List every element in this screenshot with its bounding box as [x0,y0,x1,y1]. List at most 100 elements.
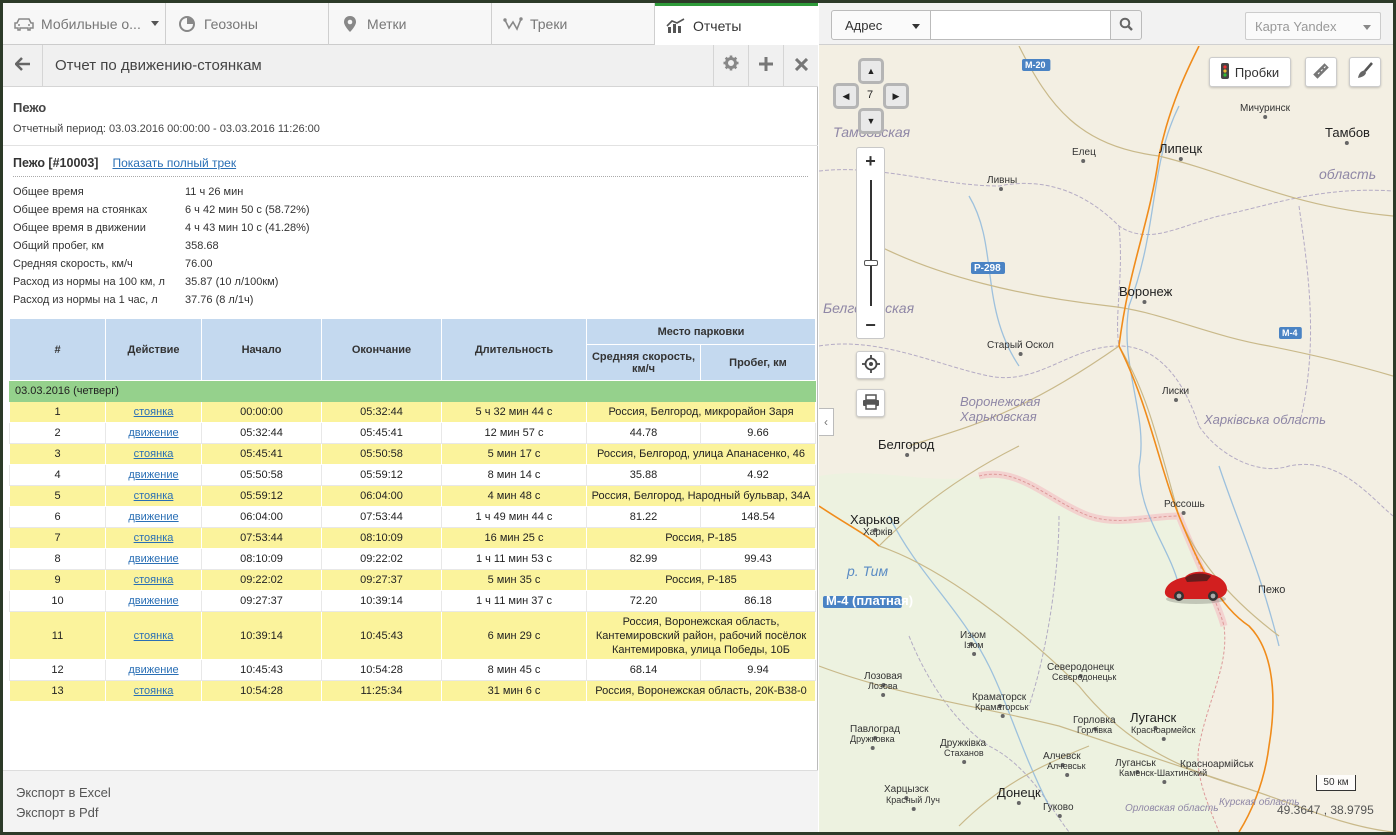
summary-key: Расход из нормы на 1 час, л [13,294,158,306]
action-link[interactable]: движение [128,511,178,523]
summary-value: 358.68 [185,240,219,252]
settings-button[interactable] [713,44,748,87]
tab-label: Отчеты [693,17,742,34]
settlement-dot [870,746,875,750]
summary-row: Средняя скорость, км/ч 76.00 [13,255,808,273]
zoom-in-button[interactable]: + [857,148,884,174]
close-button[interactable] [783,44,818,87]
table-row[interactable]: 3 стоянка 05:45:41 05:50:58 5 мин 17 с Россия… [9,443,816,465]
zoom-slider-handle[interactable] [864,260,878,266]
table-row[interactable]: 9 стоянка 09:22:02 09:27:37 5 мин 35 с Россия… [9,569,816,591]
map-type-select[interactable]: Карта Yandex [1245,12,1381,40]
map-label-town: Алчевськ [1047,761,1086,771]
search-button[interactable] [1110,10,1142,40]
action-link[interactable]: стоянка [134,448,174,460]
print-button[interactable] [856,389,885,417]
tab-mobile-objects[interactable]: Мобильные о... [3,3,166,45]
tab-tracks[interactable]: Треки [492,3,655,45]
address-search-input[interactable] [930,10,1111,40]
cell-end: 09:27:37 [321,569,442,591]
pan-left-button[interactable]: ◀ [833,83,859,109]
action-link[interactable]: движение [128,553,178,565]
map-label-road: М-4 (платная) [826,593,913,608]
export-excel-link[interactable]: Экспорт в Excel [16,785,805,805]
action-link[interactable]: стоянка [134,406,174,418]
address-type-dropdown[interactable]: Адрес [831,10,931,40]
clear-button[interactable] [1349,57,1381,87]
tab-marks[interactable]: Метки [329,3,492,45]
summary-row: Расход из нормы на 1 час, л 37.76 (8 л/1ч… [13,291,808,309]
back-button[interactable] [3,44,43,87]
show-track-link[interactable]: Показать полный трек [112,156,236,170]
table-row[interactable]: 8 движение 08:10:09 09:22:02 1 ч 11 мин 53 с… [9,548,816,570]
map-label-region: область [1319,166,1376,182]
export-pdf-link[interactable]: Экспорт в Pdf [16,805,805,825]
cell-action: движение [105,422,202,444]
action-link[interactable]: стоянка [134,532,174,544]
cell-action: движение [105,506,202,528]
tab-geozones[interactable]: Геозоны [166,3,329,45]
action-link[interactable]: стоянка [134,490,174,502]
map-canvas[interactable]: Липецк Тамбов Воронеж Белгород Харьков Луганс… [819,46,1393,832]
cell-parking-place: Россия, Белгород, Народный бульвар, 34А [586,485,816,507]
action-link[interactable]: стоянка [134,685,174,697]
table-row[interactable]: 5 стоянка 05:59:12 06:04:00 4 мин 48 с Россия… [9,485,816,507]
cell-start: 05:59:12 [201,485,322,507]
arrow-left-icon [13,55,31,76]
locate-button[interactable] [856,351,885,379]
pan-up-button[interactable]: ▲ [858,58,884,84]
map-label-town: Лозова [868,681,898,691]
cell-duration: 6 мин 29 с [441,611,587,660]
pan-down-button[interactable]: ▼ [858,108,884,134]
settlement-dot [972,652,977,656]
date-group-label: 03.03.2016 (четверг) [9,380,816,402]
action-link[interactable]: движение [128,427,178,439]
settlement-dot [881,693,886,697]
cell-action: стоянка [105,485,202,507]
cell-start: 05:32:44 [201,422,322,444]
summary-row: Общее время в движении 4 ч 43 мин 10 с (4… [13,219,808,237]
summary-value: 4 ч 43 мин 10 с (41.28%) [185,222,310,234]
cell-num: 1 [9,401,106,423]
map-scale: 50 км [1316,775,1356,791]
action-link[interactable]: движение [128,469,178,481]
traffic-button[interactable]: Пробки [1209,57,1291,87]
table-row[interactable]: 7 стоянка 07:53:44 08:10:09 16 мин 25 с Росси… [9,527,816,549]
cell-parking-place: Россия, Белгород, улица Апанасенко, 46 [586,443,816,465]
collapse-panel-button[interactable]: ‹ [819,408,834,436]
pan-right-button[interactable]: ▶ [883,83,909,109]
map-label-city: Белгород [878,437,935,452]
table-row[interactable]: 11 стоянка 10:39:14 10:45:43 6 мин 29 с Росси… [9,611,816,660]
action-link[interactable]: стоянка [134,574,174,586]
action-link[interactable]: движение [128,664,178,676]
col-header-start: Начало [201,318,322,381]
table-row[interactable]: 6 движение 06:04:00 07:53:44 1 ч 49 мин 44 с… [9,506,816,528]
table-row[interactable]: 4 движение 05:50:58 05:59:12 8 мин 14 с 35.88… [9,464,816,486]
ruler-button[interactable] [1305,57,1337,87]
table-row[interactable]: 1 стоянка 00:00:00 05:32:44 5 ч 32 мин 44 сР… [9,401,816,423]
add-button[interactable] [748,44,783,87]
cell-num: 12 [9,659,106,681]
zoom-track[interactable] [870,180,872,306]
cell-duration: 5 мин 35 с [441,569,587,591]
table-row[interactable]: 13 стоянка 10:54:28 11:25:34 31 мин 6 с Росси… [9,680,816,702]
table-row[interactable]: 2 движение 05:32:44 05:45:41 12 мин 57 с 44.7… [9,422,816,444]
action-link[interactable]: движение [128,595,178,607]
chevron-down-icon [1363,25,1371,30]
map-label-town: Горлівка [1077,725,1112,735]
col-header-duration: Длительность [441,318,587,381]
chevron-down-icon[interactable] [151,21,159,26]
settlement-dot [1016,801,1021,805]
summary-key: Общее время [13,186,84,198]
action-link[interactable]: стоянка [134,630,174,642]
table-row[interactable]: 10 движение 09:27:37 10:39:14 1 ч 11 мин 37 … [9,590,816,612]
map-label-town: Красноармійськ [1180,759,1254,770]
search-icon [1119,17,1133,34]
report-table: # Действие Начало Окончание Длительность… [9,318,816,702]
tab-reports[interactable]: Отчеты [655,3,818,45]
map-label-river: р. Тим [846,563,888,579]
summary-key: Общее время на стоянках [13,204,148,216]
table-row[interactable]: 12 движение 10:45:43 10:54:28 8 мин 45 с 68.1… [9,659,816,681]
settlement-dot [1263,115,1268,119]
zoom-out-button[interactable]: − [857,312,884,338]
